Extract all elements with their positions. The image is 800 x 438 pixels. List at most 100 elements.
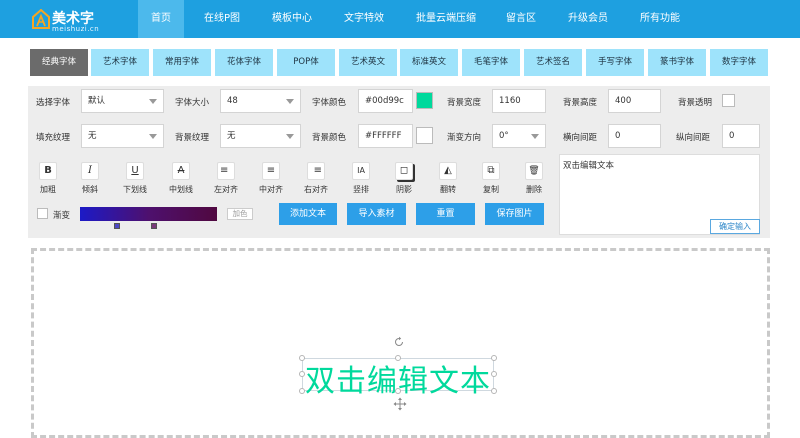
bold-button[interactable]: B 加粗 <box>33 162 63 196</box>
gradient-bar[interactable] <box>80 207 217 221</box>
flip-button[interactable]: ◭ 翻转 <box>433 162 463 196</box>
tab-fancy-fonts[interactable]: 花体字体 <box>215 49 273 76</box>
tab-handwriting-fonts[interactable]: 手写字体 <box>586 49 644 76</box>
font-size-label: 字体大小 <box>175 98 210 108</box>
gradient-stop-start[interactable] <box>114 223 120 229</box>
font-color-input[interactable]: #00d99c <box>358 89 413 113</box>
confirm-input-button[interactable]: 确定输入 <box>710 219 760 234</box>
tab-digit-fonts[interactable]: 数字字体 <box>710 49 768 76</box>
tab-brush-fonts[interactable]: 毛笔字体 <box>462 49 520 76</box>
shadow-button[interactable]: ◻ 阴影 <box>389 162 419 196</box>
bg-transparent-checkbox[interactable] <box>722 94 735 107</box>
gradient-direction-label: 渐变方向 <box>447 133 482 143</box>
align-right-button[interactable]: ≡ 右对齐 <box>301 162 331 196</box>
nav-item-templates[interactable]: 模板中心 <box>262 0 322 38</box>
gradient-checkbox[interactable] <box>37 208 48 219</box>
tab-art-fonts[interactable]: 艺术字体 <box>91 49 149 76</box>
underline-icon: U <box>126 162 144 180</box>
align-left-label: 左对齐 <box>214 185 238 194</box>
nav-item-guestbook[interactable]: 留言区 <box>498 0 544 38</box>
h-spacing-label: 横向间距 <box>563 133 598 143</box>
import-material-button[interactable]: 导入素材 <box>347 203 406 225</box>
gradient-stop-end[interactable] <box>151 223 157 229</box>
font-select[interactable]: 默认 <box>81 89 164 113</box>
bg-color-input[interactable]: #FFFFFF <box>358 124 413 148</box>
bg-width-label: 背景宽度 <box>447 98 482 108</box>
font-color-label: 字体颜色 <box>312 98 347 108</box>
font-size-select[interactable]: 48 <box>220 89 301 113</box>
nav-item-online-ps[interactable]: 在线P图 <box>194 0 250 38</box>
font-select-label: 选择字体 <box>36 98 71 108</box>
strikethrough-label: 中划线 <box>169 185 193 194</box>
fill-texture-label: 填充纹理 <box>36 133 71 143</box>
chevron-down-icon <box>531 134 539 139</box>
add-text-button[interactable]: 添加文本 <box>279 203 337 225</box>
chevron-down-icon <box>149 99 157 104</box>
chevron-down-icon <box>286 99 294 104</box>
canvas-text[interactable]: 双击编辑文本 <box>303 356 493 400</box>
nav-item-home[interactable]: 首页 <box>138 0 184 38</box>
save-image-button[interactable]: 保存图片 <box>485 203 544 225</box>
bg-texture-select[interactable]: 无 <box>220 124 301 148</box>
shadow-label: 阴影 <box>396 185 412 194</box>
italic-label: 倾斜 <box>82 185 98 194</box>
move-icon[interactable] <box>393 397 407 411</box>
vertical-text-button[interactable]: IA 竖排 <box>346 162 376 196</box>
nav-item-batch-compress[interactable]: 批量云端压缩 <box>406 0 486 38</box>
bg-texture-value: 无 <box>227 131 236 141</box>
chevron-down-icon <box>149 134 157 139</box>
align-center-label: 中对齐 <box>259 185 283 194</box>
site-logo[interactable]: 美术字 meishuzi.cn <box>32 6 122 34</box>
align-left-icon: ≡ <box>217 162 235 180</box>
bg-height-input[interactable]: 400 <box>608 89 661 113</box>
v-spacing-input[interactable]: 0 <box>722 124 760 148</box>
rotate-icon[interactable] <box>393 336 405 348</box>
bg-color-label: 背景颜色 <box>312 133 347 143</box>
fill-texture-value: 无 <box>88 131 97 141</box>
tab-standard-english[interactable]: 标准英文 <box>400 49 458 76</box>
bold-icon: B <box>39 162 57 180</box>
reset-button[interactable]: 重置 <box>416 203 475 225</box>
italic-icon: I <box>81 162 99 180</box>
nav-item-all-features[interactable]: 所有功能 <box>630 0 690 38</box>
chevron-down-icon <box>286 134 294 139</box>
copy-label: 复制 <box>483 185 499 194</box>
underline-button[interactable]: U 下划线 <box>120 162 150 196</box>
tab-art-english[interactable]: 艺术英文 <box>339 49 397 76</box>
shadow-icon: ◻ <box>395 162 413 180</box>
tab-pop-fonts[interactable]: POP体 <box>277 49 335 76</box>
flip-label: 翻转 <box>440 185 456 194</box>
font-size-value: 48 <box>227 96 238 106</box>
vertical-text-icon: IA <box>352 162 370 180</box>
add-color-button[interactable]: 加色 <box>227 208 253 220</box>
align-center-button[interactable]: ≡ 中对齐 <box>256 162 286 196</box>
bg-transparent-label: 背景透明 <box>678 98 713 108</box>
gradient-label: 渐变 <box>53 211 71 221</box>
align-left-button[interactable]: ≡ 左对齐 <box>211 162 241 196</box>
tab-classic-fonts[interactable]: 经典字体 <box>30 49 88 76</box>
bg-texture-label: 背景纹理 <box>175 133 210 143</box>
strikethrough-icon: A <box>172 162 190 180</box>
delete-label: 删除 <box>526 185 542 194</box>
tab-art-signature[interactable]: 艺术签名 <box>524 49 582 76</box>
tab-common-fonts[interactable]: 常用字体 <box>153 49 211 76</box>
bg-width-input[interactable]: 1160 <box>492 89 546 113</box>
v-spacing-label: 纵向间距 <box>676 133 711 143</box>
gradient-direction-value: 0° <box>499 131 509 141</box>
delete-button[interactable]: 🗑 删除 <box>519 162 549 196</box>
bg-color-swatch[interactable] <box>416 127 433 144</box>
h-spacing-input[interactable]: 0 <box>608 124 661 148</box>
strikethrough-button[interactable]: A 中划线 <box>166 162 196 196</box>
copy-button[interactable]: ⧉ 复制 <box>476 162 506 196</box>
italic-button[interactable]: I 倾斜 <box>75 162 105 196</box>
align-right-label: 右对齐 <box>304 185 328 194</box>
copy-icon: ⧉ <box>482 162 500 180</box>
top-nav: 美术字 meishuzi.cn 首页 在线P图 模板中心 文字特效 批量云端压缩… <box>0 0 800 38</box>
nav-item-text-effects[interactable]: 文字特效 <box>334 0 394 38</box>
gradient-direction-select[interactable]: 0° <box>492 124 546 148</box>
nav-item-upgrade[interactable]: 升级会员 <box>558 0 618 38</box>
tab-seal-fonts[interactable]: 篆书字体 <box>648 49 706 76</box>
fill-texture-select[interactable]: 无 <box>81 124 164 148</box>
font-color-swatch[interactable] <box>416 92 433 109</box>
logo-mark-icon <box>32 9 50 29</box>
